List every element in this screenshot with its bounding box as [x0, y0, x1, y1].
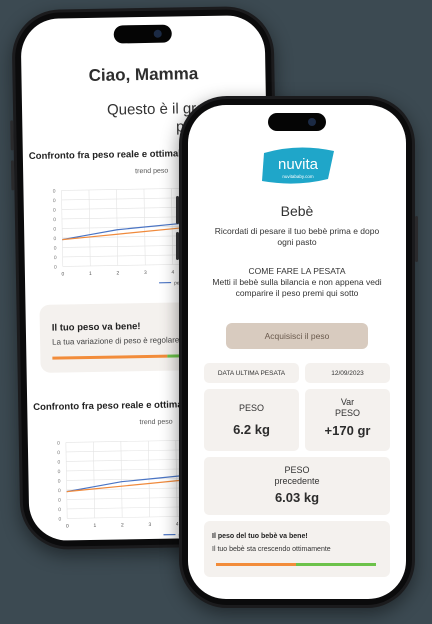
y-tick-mark: 0 — [58, 498, 61, 504]
last-weighing-date: 12/09/2023 — [305, 363, 390, 383]
y-tick-mark: 0 — [58, 488, 61, 494]
acquire-weight-button[interactable]: Acquisisci il peso — [226, 323, 368, 349]
section-title: Confronto fra peso reale e ottimale — [28, 148, 187, 163]
variation-value: +170 gr — [324, 423, 371, 438]
y-tick-mark: 0 — [57, 460, 60, 466]
y-tick-mark: 0 — [58, 479, 61, 485]
y-tick-mark: 0 — [58, 517, 61, 523]
dynamic-island — [113, 24, 172, 44]
volume-button — [176, 232, 179, 260]
volume-button — [176, 196, 179, 224]
status-description: Il tuo bebè sta crescendo ottimamente — [212, 546, 331, 553]
howto-text: Metti il bebè sulla bilancia e non appen… — [212, 277, 382, 298]
y-tick-mark: 0 — [53, 236, 56, 242]
y-tick-mark: 0 — [53, 189, 56, 195]
status-title: Il peso del tuo bebè va bene! — [212, 533, 308, 540]
chart-title: trend peso — [135, 167, 169, 176]
x-tick-label: 2 — [116, 270, 119, 276]
reminder-text: Ricordati di pesare il tuo bebè prima e … — [214, 226, 380, 247]
logo-text: nuvita — [278, 156, 319, 173]
y-tick-mark: 0 — [58, 469, 61, 475]
greeting-title: Ciao, Mamma — [88, 64, 199, 85]
variation-box: Var PESO +170 gr — [305, 389, 390, 451]
status-bar-orange — [52, 354, 168, 360]
status-bar-green — [296, 563, 376, 566]
front-phone: nuvita nuvitababy.com Bebè Ricordati di … — [176, 96, 418, 608]
previous-weight-value: 6.03 kg — [274, 490, 320, 505]
chart-title: trend peso — [139, 418, 173, 427]
weight-label: PESO — [238, 403, 264, 413]
status-title: Il tuo peso va bene! — [51, 321, 141, 334]
weight-box: PESO 6.2 kg — [204, 389, 299, 451]
y-tick-mark: 0 — [53, 208, 56, 214]
front-phone-screen: nuvita nuvitababy.com Bebè Ricordati di … — [188, 105, 406, 599]
section-title: Confronto fra peso reale e ottimale — [33, 399, 191, 414]
volume-button — [10, 160, 15, 191]
previous-weight-label: PESO precedente — [274, 465, 320, 486]
y-tick-mark: 0 — [53, 217, 56, 223]
x-tick-label: 3 — [144, 270, 147, 276]
howto-title: COME FARE LA PESATA — [248, 266, 346, 276]
y-tick-mark: 0 — [54, 265, 57, 271]
dynamic-island — [268, 113, 326, 131]
previous-weight-box: PESO precedente 6.03 kg — [204, 457, 390, 515]
x-tick-label: 1 — [93, 523, 96, 529]
y-tick-mark: 0 — [57, 450, 60, 456]
x-tick-label: 0 — [61, 271, 64, 277]
power-button — [415, 216, 418, 262]
logo-url: nuvitababy.com — [282, 174, 313, 179]
status-bar — [216, 563, 376, 566]
volume-button — [10, 120, 14, 151]
y-tick-mark: 0 — [54, 255, 57, 261]
y-tick-mark: 0 — [53, 198, 56, 204]
weight-value: 6.2 kg — [233, 422, 270, 437]
page-title: Bebè — [280, 203, 314, 219]
x-tick-label: 4 — [171, 270, 174, 276]
y-tick-mark: 0 — [57, 441, 60, 447]
status-bar-orange — [216, 563, 296, 566]
x-tick-label: 2 — [121, 522, 124, 528]
last-weighing-label: DATA ULTIMA PESATA — [204, 363, 299, 383]
x-tick-label: 3 — [148, 522, 151, 528]
y-tick-mark: 0 — [58, 507, 61, 513]
y-tick-mark: 0 — [53, 227, 56, 233]
y-tick-mark: 0 — [54, 246, 57, 252]
x-tick-label: 0 — [66, 523, 69, 529]
nuvita-logo: nuvita nuvitababy.com — [262, 147, 334, 184]
x-tick-label: 1 — [89, 271, 92, 277]
variation-label: Var PESO — [334, 397, 360, 418]
status-description: La tua variazione di peso è regolare — [52, 335, 180, 347]
baby-status-card: Il peso del tuo bebè va bene! Il tuo beb… — [204, 521, 390, 577]
